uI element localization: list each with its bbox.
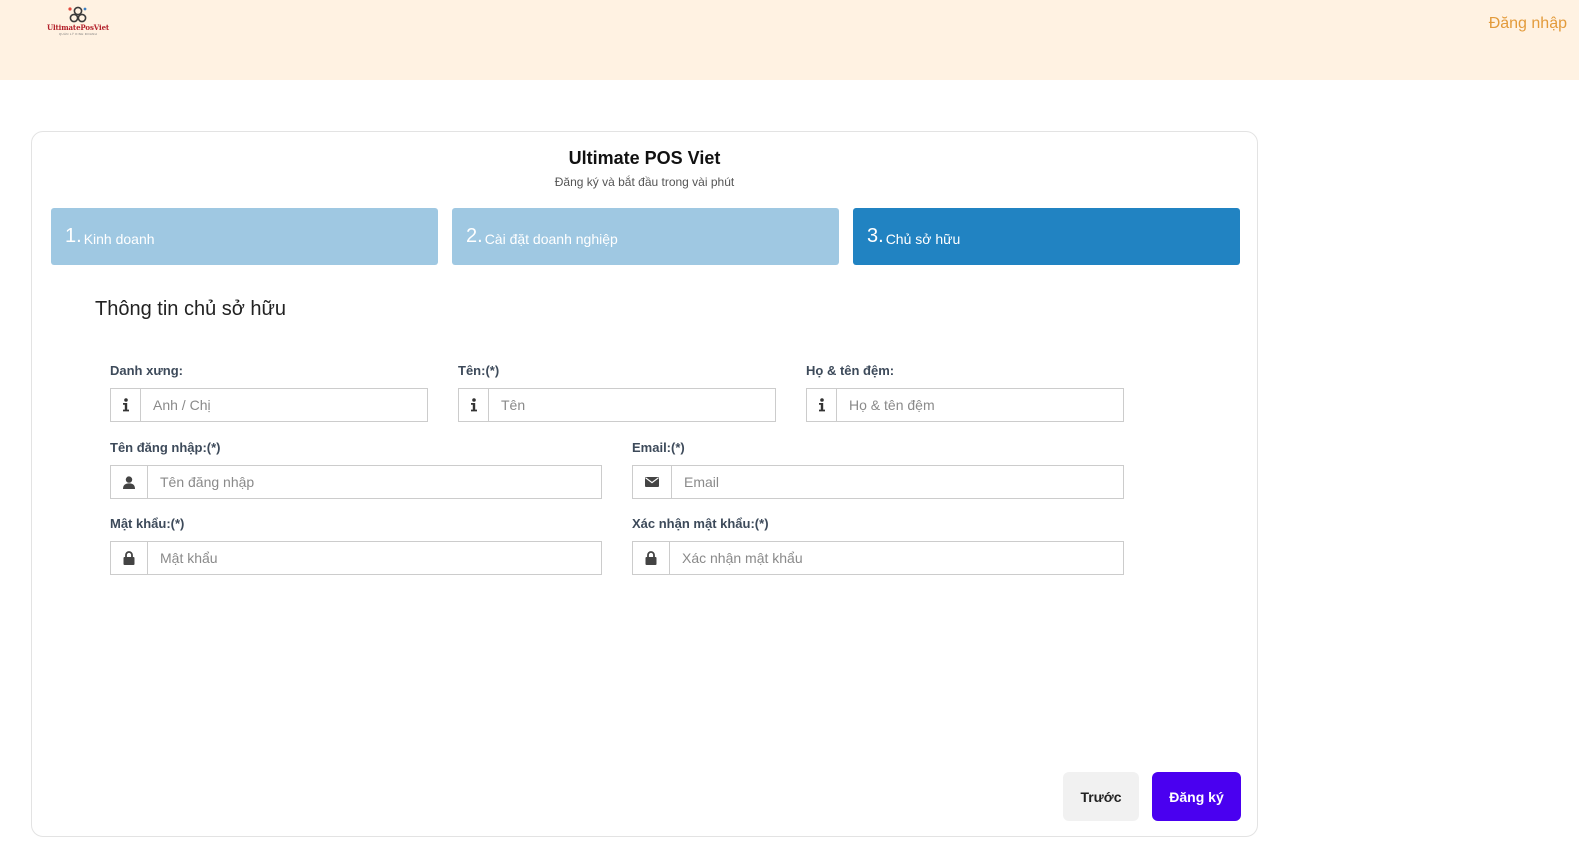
password-label: Mật khẩu:(*): [110, 516, 185, 531]
last-name-group: [806, 388, 1124, 422]
salutation-input[interactable]: [141, 389, 427, 421]
step-business[interactable]: 1. Kinh doanh: [51, 208, 438, 265]
confirm-password-input[interactable]: [670, 542, 1123, 574]
step-number: 3.: [867, 225, 884, 247]
logo-text: UltimatePosViet: [46, 23, 110, 32]
step-owner[interactable]: 3. Chủ sở hữu: [853, 208, 1240, 265]
step-label: Kinh doanh: [83, 230, 155, 247]
username-input[interactable]: [148, 466, 601, 498]
username-group: [110, 465, 602, 499]
previous-button[interactable]: Trước: [1063, 772, 1139, 821]
confirm-password-group: [632, 541, 1124, 575]
info-icon: [807, 389, 837, 421]
info-icon: [459, 389, 489, 421]
info-icon: [111, 389, 141, 421]
card-title: Ultimate POS Viet: [568, 148, 721, 168]
first-name-group: [458, 388, 776, 422]
salutation-group: [110, 388, 428, 422]
salutation-label: Danh xưng:: [110, 363, 183, 378]
password-group: [110, 541, 602, 575]
lock-icon: [633, 542, 670, 574]
first-name-input[interactable]: [489, 389, 775, 421]
email-input[interactable]: [672, 466, 1123, 498]
logo-subtext: QUẢN LÝ KINH DOANH: [58, 32, 98, 36]
step-label: Cài đặt doanh nghiệp: [484, 230, 618, 247]
login-link[interactable]: Đăng nhập: [1489, 15, 1567, 33]
registration-card: Ultimate POS Viet Đăng ký và bắt đầu tro…: [31, 131, 1258, 837]
user-icon: [111, 466, 148, 498]
last-name-label: Họ & tên đệm:: [806, 363, 895, 378]
first-name-label: Tên:(*): [458, 363, 500, 378]
step-business-settings[interactable]: 2. Cài đặt doanh nghiệp: [452, 208, 839, 265]
logo[interactable]: UltimatePosViet QUẢN LÝ KINH DOANH: [46, 6, 110, 38]
email-group: [632, 465, 1124, 499]
confirm-password-label: Xác nhận mật khẩu:(*): [632, 516, 769, 531]
card-subtitle: Đăng ký và bắt đầu trong vài phút: [554, 175, 735, 189]
logo-mark-icon: [68, 6, 87, 23]
lock-icon: [111, 542, 148, 574]
step-label: Chủ sở hữu: [885, 230, 961, 247]
step-number: 2.: [466, 225, 483, 247]
password-input[interactable]: [148, 542, 601, 574]
email-label: Email:(*): [632, 440, 685, 455]
envelope-icon: [633, 466, 672, 498]
section-title: Thông tin chủ sở hữu: [95, 298, 287, 320]
step-number: 1.: [65, 225, 82, 247]
username-label: Tên đăng nhập:(*): [110, 440, 221, 455]
register-button[interactable]: Đăng ký: [1152, 772, 1241, 821]
top-bar: UltimatePosViet QUẢN LÝ KINH DOANH Đăng …: [0, 0, 1579, 80]
last-name-input[interactable]: [837, 389, 1123, 421]
